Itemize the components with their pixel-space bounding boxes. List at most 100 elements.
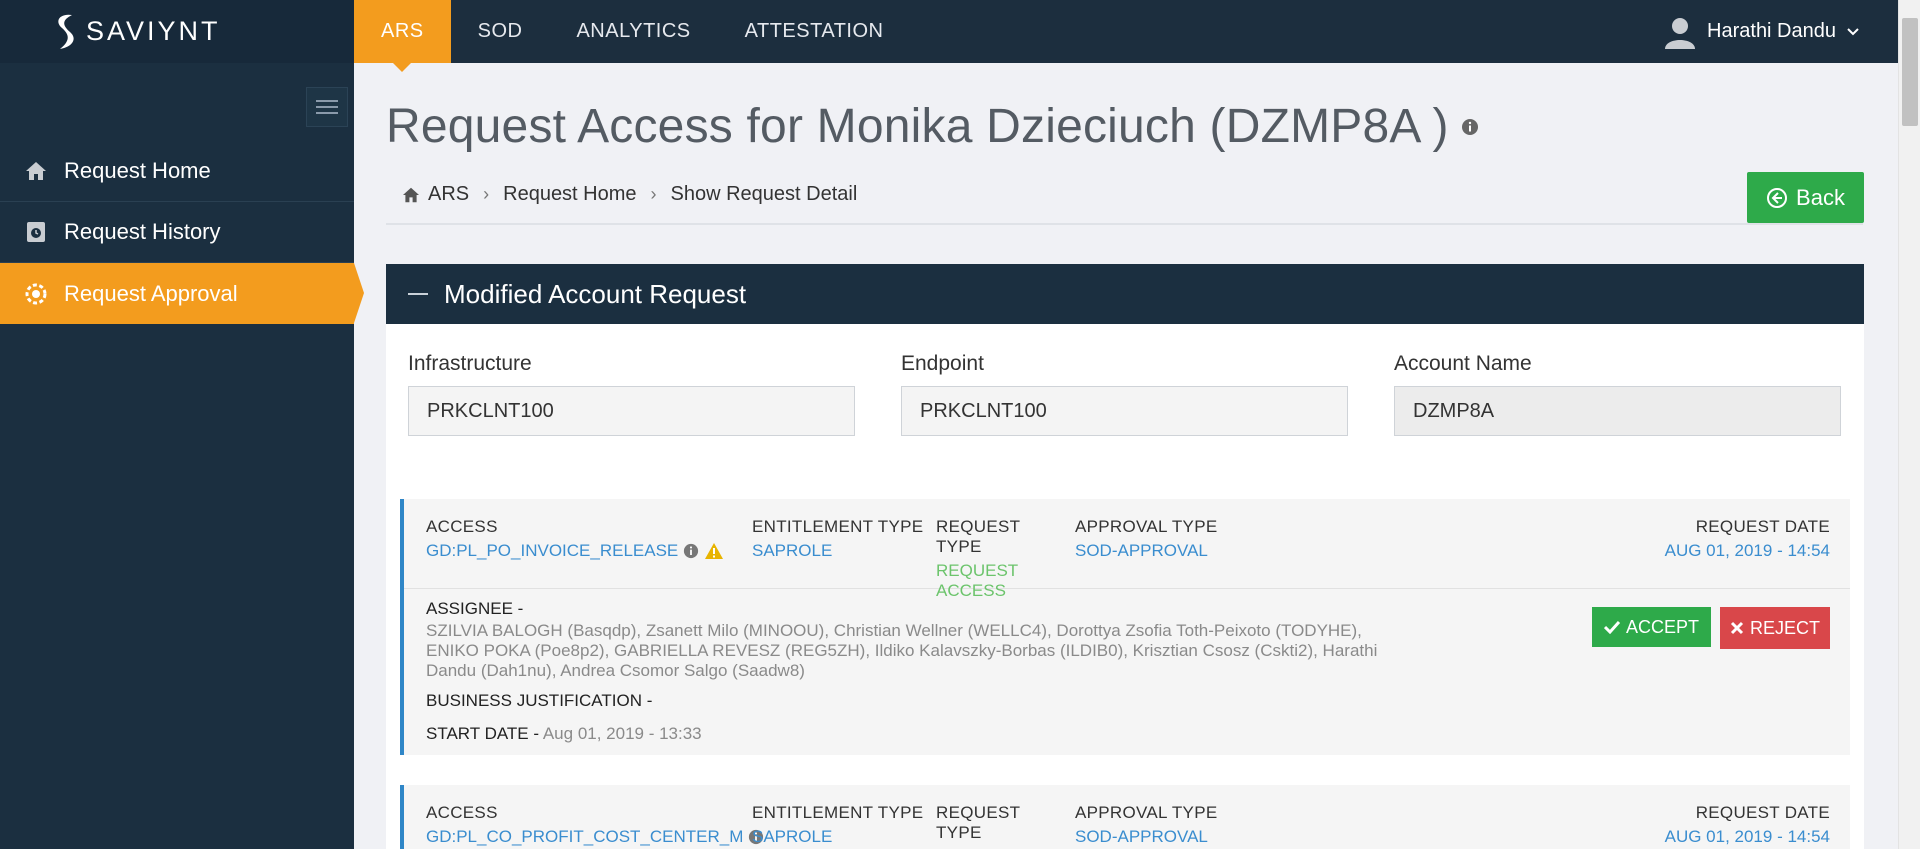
arrow-circle-left-icon xyxy=(1767,187,1788,208)
request-date-header: REQUEST DATE xyxy=(1695,803,1830,822)
check-icon xyxy=(1603,620,1620,634)
infrastructure-label: Infrastructure xyxy=(408,352,532,375)
back-button-label: Back xyxy=(1796,184,1845,210)
request-date-header: REQUEST DATE xyxy=(1695,517,1830,536)
tab-analytics[interactable]: ANALYTICS xyxy=(549,0,717,63)
chevron-right-icon: › xyxy=(483,184,490,204)
entitlement-type-value: SAPROLE xyxy=(752,541,833,560)
account-name-field[interactable] xyxy=(1394,386,1841,436)
approval-type-header: APPROVAL TYPE xyxy=(1075,803,1218,822)
sidebar-menu: Request Home Request History Request App… xyxy=(0,141,364,324)
tab-sod[interactable]: SOD xyxy=(451,0,550,63)
brand[interactable]: SAVIYNT xyxy=(0,0,354,63)
reject-button-label: REJECT xyxy=(1749,617,1820,638)
info-icon[interactable] xyxy=(683,543,699,559)
hamburger-line xyxy=(316,100,338,102)
vertical-scrollbar[interactable] xyxy=(1898,0,1920,849)
request-card: ACCESS GD:PL_PO_INVOICE_RELEASE ENTITLEM… xyxy=(400,499,1850,755)
access-link[interactable]: GD:PL_CO_PROFIT_COST_CENTER_M xyxy=(426,827,743,847)
breadcrumb-show-request-detail: Show Request Detail xyxy=(670,183,858,205)
divider xyxy=(386,223,1863,225)
panel-header: Modified Account Request xyxy=(386,264,1864,324)
info-icon[interactable] xyxy=(1461,118,1479,136)
reject-button[interactable]: REJECT xyxy=(1720,607,1830,649)
accept-button[interactable]: ACCEPT xyxy=(1592,607,1711,647)
saviynt-logo: SAVIYNT xyxy=(50,11,221,53)
entitlement-type-column: ENTITLEMENT TYPE SAPROLE xyxy=(752,517,923,561)
endpoint-field-group: Endpoint xyxy=(901,352,1348,436)
user-menu[interactable]: Harathi Dandu xyxy=(1663,0,1860,63)
sidebar: Request Home Request History Request App… xyxy=(0,63,364,849)
access-header: ACCESS xyxy=(426,517,498,536)
assignee-list: SZILVIA BALOGH (Basqdp), Zsanett Milo (M… xyxy=(426,621,1378,680)
warning-icon[interactable] xyxy=(704,542,724,560)
hamburger-line xyxy=(316,112,338,114)
chevron-down-icon xyxy=(1847,27,1859,35)
request-date-value: AUG 01, 2019 - 14:54 xyxy=(1664,541,1830,560)
user-name: Harathi Dandu xyxy=(1707,20,1836,42)
scrollbar-thumb[interactable] xyxy=(1902,18,1918,126)
start-date: START DATE - Aug 01, 2019 - 13:33 xyxy=(426,724,1828,744)
account-name-field-group: Account Name xyxy=(1394,352,1841,436)
page-title: Request Access for Monika Dzieciuch (DZM… xyxy=(386,99,1479,154)
access-value: GD:PL_CO_PROFIT_COST_CENTER_M xyxy=(426,827,764,847)
request-type-header: REQUEST TYPE xyxy=(936,803,1020,842)
request-summary: ACCESS GD:PL_CO_PROFIT_COST_CENTER_M ENT… xyxy=(404,785,1850,849)
infrastructure-field-group: Infrastructure xyxy=(408,352,855,436)
approval-type-header: APPROVAL TYPE xyxy=(1075,517,1218,536)
entitlement-type-header: ENTITLEMENT TYPE xyxy=(752,517,924,536)
request-type-header: REQUEST TYPE xyxy=(936,517,1020,556)
access-link[interactable]: GD:PL_PO_INVOICE_RELEASE xyxy=(426,541,678,561)
sidebar-item-label: Request Home xyxy=(64,158,211,183)
access-column: ACCESS GD:PL_CO_PROFIT_COST_CENTER_M xyxy=(426,803,764,847)
start-date-value: Aug 01, 2019 - 13:33 xyxy=(542,724,702,743)
hamburger-menu-button[interactable] xyxy=(306,87,348,127)
hamburger-line xyxy=(316,106,338,108)
collapse-icon[interactable] xyxy=(408,293,428,295)
infrastructure-field[interactable] xyxy=(408,386,855,436)
sidebar-item-request-approval[interactable]: Request Approval xyxy=(0,263,364,324)
access-column: ACCESS GD:PL_PO_INVOICE_RELEASE xyxy=(426,517,724,561)
request-date-column: REQUEST DATE AUG 01, 2019 - 14:54 xyxy=(1665,517,1830,561)
user-avatar-icon xyxy=(1665,17,1696,49)
sidebar-item-request-history[interactable]: Request History xyxy=(0,202,354,263)
tab-attestation[interactable]: ATTESTATION xyxy=(718,0,911,63)
main-nav: ARS SOD ANALYTICS ATTESTATION xyxy=(354,0,911,72)
sidebar-item-label: Request Approval xyxy=(64,280,238,306)
sidebar-item-request-home[interactable]: Request Home xyxy=(0,141,354,202)
endpoint-field[interactable] xyxy=(901,386,1348,436)
breadcrumb: ARS › Request Home › Show Request Detail xyxy=(402,183,857,206)
account-fields: Infrastructure Endpoint Account Name xyxy=(408,352,1841,436)
panel-title: Modified Account Request xyxy=(444,278,747,309)
breadcrumb-request-home[interactable]: Request Home xyxy=(503,183,636,206)
home-icon[interactable] xyxy=(402,187,420,203)
back-button[interactable]: Back xyxy=(1747,172,1864,223)
page-title-text: Request Access for Monika Dzieciuch (DZM… xyxy=(386,100,1449,153)
entitlement-type-header: ENTITLEMENT TYPE xyxy=(752,803,924,822)
business-justification: BUSINESS JUSTIFICATION - xyxy=(426,691,653,710)
entitlement-type-column: ENTITLEMENT TYPE SAPROLE xyxy=(752,803,923,847)
approval-type-column: APPROVAL TYPE SOD-APPROVAL xyxy=(1075,517,1217,561)
request-details: ASSIGNEE - SZILVIA BALOGH (Basqdp), Zsan… xyxy=(404,589,1850,754)
approval-type-value: SOD-APPROVAL xyxy=(1075,541,1208,560)
gear-icon xyxy=(24,282,48,306)
top-navbar: SAVIYNT ARS SOD ANALYTICS ATTESTATION Ha… xyxy=(0,0,1920,72)
request-summary: ACCESS GD:PL_PO_INVOICE_RELEASE ENTITLEM… xyxy=(404,499,1850,600)
request-type-column: REQUEST TYPE REQUEST xyxy=(936,803,1056,849)
access-value: GD:PL_PO_INVOICE_RELEASE xyxy=(426,541,724,561)
start-date-label: START DATE - xyxy=(426,724,540,743)
request-date-value: AUG 01, 2019 - 14:54 xyxy=(1664,827,1830,846)
sidebar-item-label: Request History xyxy=(64,219,221,244)
chevron-right-icon: › xyxy=(650,184,657,204)
approval-type-column: APPROVAL TYPE SOD-APPROVAL xyxy=(1075,803,1217,847)
brand-name: SAVIYNT xyxy=(86,16,221,46)
entitlement-type-value: SAPROLE xyxy=(752,827,833,846)
breadcrumb-ars[interactable]: ARS xyxy=(428,183,469,206)
saviynt-s-icon xyxy=(58,14,74,49)
request-card: ACCESS GD:PL_CO_PROFIT_COST_CENTER_M ENT… xyxy=(400,785,1850,849)
accept-button-label: ACCEPT xyxy=(1625,616,1699,637)
account-name-label: Account Name xyxy=(1394,352,1532,375)
request-date-column: REQUEST DATE AUG 01, 2019 - 14:54 xyxy=(1665,803,1830,847)
access-header: ACCESS xyxy=(426,803,498,822)
tab-ars[interactable]: ARS xyxy=(354,0,451,72)
